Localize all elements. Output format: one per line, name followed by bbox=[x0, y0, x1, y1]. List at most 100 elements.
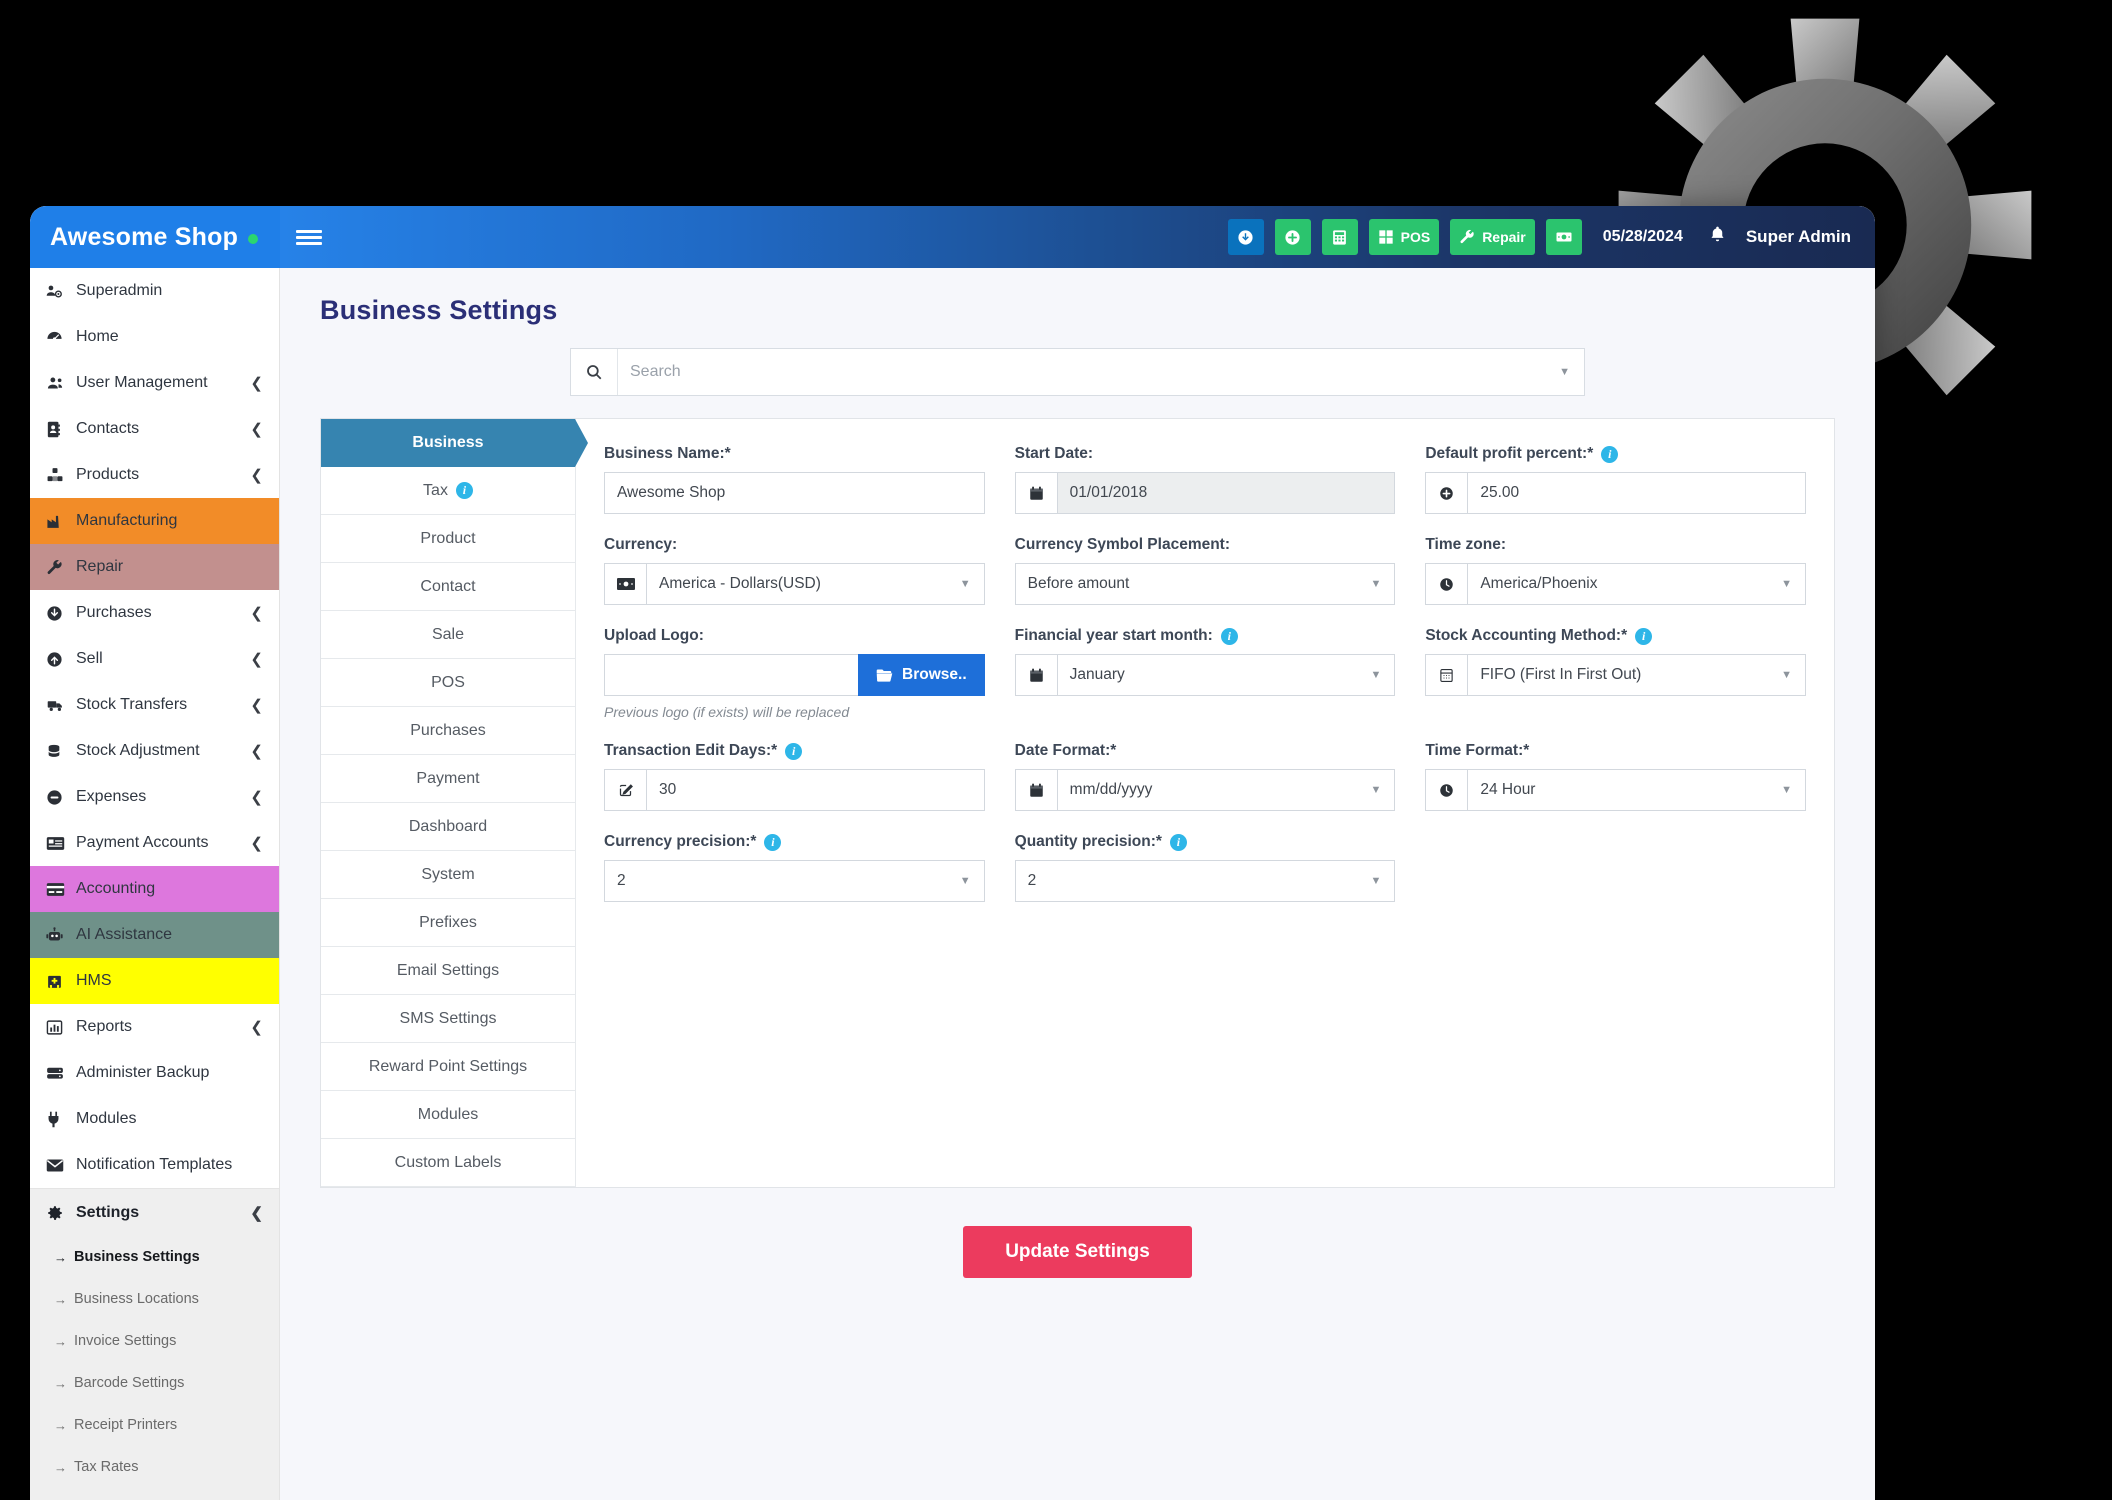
sidebar-item-contacts[interactable]: Contacts❮ bbox=[30, 406, 279, 452]
tab-tax[interactable]: Taxi bbox=[321, 467, 575, 515]
sidebar-subitem-business-locations[interactable]: →Business Locations bbox=[30, 1278, 279, 1320]
brand-logo[interactable]: Awesome Shop bbox=[30, 206, 280, 268]
financial-year-start-month-select[interactable]: January ▼ bbox=[1015, 654, 1396, 696]
sidebar-item-stock-adjustment[interactable]: Stock Adjustment❮ bbox=[30, 728, 279, 774]
chevron-down-icon[interactable]: ▼ bbox=[1370, 875, 1394, 887]
sidebar-item-stock-transfers[interactable]: Stock Transfers❮ bbox=[30, 682, 279, 728]
tab-system[interactable]: System bbox=[321, 851, 575, 899]
tab-sale[interactable]: Sale bbox=[321, 611, 575, 659]
tab-custom-labels[interactable]: Custom Labels bbox=[321, 1139, 575, 1187]
repair-button[interactable]: Repair bbox=[1450, 219, 1535, 255]
info-icon[interactable]: i bbox=[785, 743, 802, 760]
search-box[interactable]: ▼ bbox=[570, 348, 1585, 396]
sidebar-item-reports[interactable]: Reports❮ bbox=[30, 1004, 279, 1050]
tab-dashboard[interactable]: Dashboard bbox=[321, 803, 575, 851]
tab-business[interactable]: Business bbox=[321, 419, 575, 467]
sidebar-subitem-barcode-settings[interactable]: →Barcode Settings bbox=[30, 1362, 279, 1404]
calculator-button[interactable] bbox=[1322, 219, 1358, 255]
chevron-down-icon[interactable]: ▼ bbox=[1370, 578, 1394, 590]
default-profit-percent-input[interactable]: 25.00 bbox=[1425, 472, 1806, 514]
info-icon[interactable]: i bbox=[1601, 446, 1618, 463]
business-name-input[interactable]: Awesome Shop bbox=[604, 472, 985, 514]
sidebar-item-administer-backup[interactable]: Administer Backup bbox=[30, 1050, 279, 1096]
sidebar-item-repair[interactable]: Repair bbox=[30, 544, 279, 590]
sidebar-item-ai-assistance[interactable]: AI Assistance bbox=[30, 912, 279, 958]
time-format-select[interactable]: 24 Hour ▼ bbox=[1425, 769, 1806, 811]
money-bill-icon bbox=[605, 564, 647, 604]
tab-contact[interactable]: Contact bbox=[321, 563, 575, 611]
search-input[interactable] bbox=[618, 350, 1545, 394]
sidebar-item-manufacturing[interactable]: Manufacturing bbox=[30, 498, 279, 544]
sidebar-item-purchases[interactable]: Purchases❮ bbox=[30, 590, 279, 636]
user-name[interactable]: Super Admin bbox=[1746, 227, 1857, 247]
calendar-icon bbox=[1016, 655, 1058, 695]
hospital-icon bbox=[46, 973, 76, 990]
start-date-input[interactable]: 01/01/2018 bbox=[1015, 472, 1396, 514]
stock-accounting-method-select[interactable]: FIFO (First In First Out) ▼ bbox=[1425, 654, 1806, 696]
calendar-icon bbox=[1016, 473, 1058, 513]
sidebar-item-sell[interactable]: Sell❮ bbox=[30, 636, 279, 682]
tab-sms-settings[interactable]: SMS Settings bbox=[321, 995, 575, 1043]
transaction-edit-days-input[interactable]: 30 bbox=[604, 769, 985, 811]
tab-payment[interactable]: Payment bbox=[321, 755, 575, 803]
currency-select[interactable]: America - Dollars(USD) ▼ bbox=[604, 563, 985, 605]
chevron-down-icon[interactable]: ▼ bbox=[1370, 655, 1394, 695]
sidebar-item-accounting[interactable]: Accounting bbox=[30, 866, 279, 912]
chevron-down-icon[interactable]: ▼ bbox=[1370, 770, 1394, 810]
sidebar-subitem-package-subscription[interactable]: →Package Subscription bbox=[30, 1488, 279, 1500]
tab-prefixes[interactable]: Prefixes bbox=[321, 899, 575, 947]
browse-button[interactable]: Browse.. bbox=[858, 654, 985, 696]
cash-button[interactable] bbox=[1546, 219, 1582, 255]
sidebar-item-products[interactable]: Products❮ bbox=[30, 452, 279, 498]
chevron-down-icon[interactable]: ▼ bbox=[1545, 366, 1584, 378]
currency-precision-select[interactable]: 2 ▼ bbox=[604, 860, 985, 902]
tab-email-settings[interactable]: Email Settings bbox=[321, 947, 575, 995]
sidebar-item-label: User Management bbox=[76, 374, 250, 392]
sidebar-subitem-invoice-settings[interactable]: →Invoice Settings bbox=[30, 1320, 279, 1362]
field-upload-logo: Upload Logo: Browse.. Previous logo (if … bbox=[604, 627, 985, 720]
chevron-down-icon[interactable]: ▼ bbox=[960, 564, 984, 604]
chevron-down-icon[interactable]: ▼ bbox=[1781, 564, 1805, 604]
upload-logo-input[interactable] bbox=[604, 654, 858, 696]
sidebar-subitem-business-settings[interactable]: →Business Settings bbox=[30, 1236, 279, 1278]
sidebar-subitem-tax-rates[interactable]: →Tax Rates bbox=[30, 1446, 279, 1488]
sidebar-item-payment-accounts[interactable]: Payment Accounts❮ bbox=[30, 820, 279, 866]
download-button[interactable] bbox=[1228, 219, 1264, 255]
info-icon[interactable]: i bbox=[764, 834, 781, 851]
time-zone-select[interactable]: America/Phoenix ▼ bbox=[1425, 563, 1806, 605]
sidebar-item-user-management[interactable]: User Management❮ bbox=[30, 360, 279, 406]
sidebar-subitem-receipt-printers[interactable]: →Receipt Printers bbox=[30, 1404, 279, 1446]
info-icon[interactable]: i bbox=[1221, 628, 1238, 645]
chevron-down-icon[interactable]: ▼ bbox=[1781, 655, 1805, 695]
update-settings-button[interactable]: Update Settings bbox=[963, 1226, 1192, 1278]
sidebar-item-home[interactable]: Home bbox=[30, 314, 279, 360]
date-format-select[interactable]: mm/dd/yyyy ▼ bbox=[1015, 769, 1396, 811]
tab-product[interactable]: Product bbox=[321, 515, 575, 563]
sidebar-item-expenses[interactable]: Expenses❮ bbox=[30, 774, 279, 820]
sidebar-item-settings[interactable]: Settings❮ bbox=[30, 1188, 279, 1236]
sidebar-item-hms[interactable]: HMS bbox=[30, 958, 279, 1004]
settings-card: BusinessTaxiProductContactSalePOSPurchas… bbox=[320, 418, 1835, 1188]
clock-icon bbox=[1426, 770, 1468, 810]
sidebar-item-notification-templates[interactable]: Notification Templates bbox=[30, 1142, 279, 1188]
currency-symbol-placement-select[interactable]: Before amount ▼ bbox=[1015, 563, 1396, 605]
tab-pos[interactable]: POS bbox=[321, 659, 575, 707]
bell-icon[interactable] bbox=[1708, 225, 1727, 249]
label-currency-symbol-placement: Currency Symbol Placement: bbox=[1015, 536, 1396, 554]
info-icon[interactable]: i bbox=[1170, 834, 1187, 851]
add-button[interactable] bbox=[1275, 219, 1311, 255]
chevron-down-icon[interactable]: ▼ bbox=[960, 875, 984, 887]
info-icon[interactable]: i bbox=[456, 482, 473, 499]
sidebar-item-superadmin[interactable]: Superadmin bbox=[30, 268, 279, 314]
label-stock-accounting-method: Stock Accounting Method:* i bbox=[1425, 627, 1806, 645]
sidebar-item-modules[interactable]: Modules bbox=[30, 1096, 279, 1142]
hamburger-icon[interactable] bbox=[296, 227, 322, 248]
chevron-down-icon[interactable]: ▼ bbox=[1781, 770, 1805, 810]
tab-reward-point-settings[interactable]: Reward Point Settings bbox=[321, 1043, 575, 1091]
quantity-precision-select[interactable]: 2 ▼ bbox=[1015, 860, 1396, 902]
tab-modules[interactable]: Modules bbox=[321, 1091, 575, 1139]
tab-purchases[interactable]: Purchases bbox=[321, 707, 575, 755]
info-icon[interactable]: i bbox=[1635, 628, 1652, 645]
sidebar-subitem-label: Invoice Settings bbox=[74, 1333, 176, 1349]
pos-button[interactable]: POS bbox=[1369, 219, 1440, 255]
